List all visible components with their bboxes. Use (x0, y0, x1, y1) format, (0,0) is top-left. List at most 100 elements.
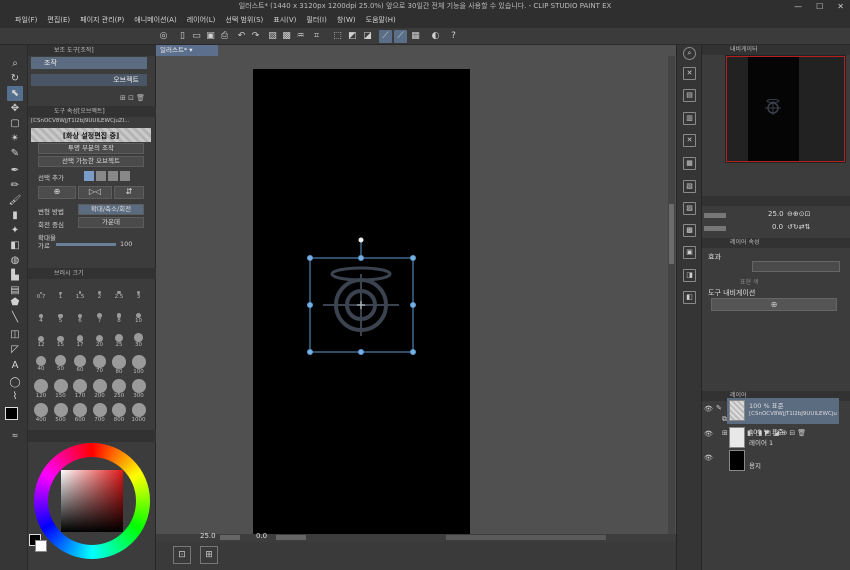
print-icon[interactable]: ⎙ (218, 30, 231, 43)
effect-buttons[interactable] (752, 261, 840, 272)
auto-action-icon[interactable]: ▩ (683, 224, 696, 237)
saturation-value-square[interactable] (61, 470, 123, 532)
rotation-center-dropdown[interactable]: 가운데 (78, 217, 144, 228)
transform-icon[interactable]: ⌗ (310, 30, 323, 43)
move-layer-tool-icon[interactable]: ✥ (7, 101, 23, 116)
intermediate-color-icon[interactable]: ◧ (683, 291, 696, 304)
blend-tool-icon[interactable]: ◍ (7, 253, 23, 268)
menu-window[interactable]: 창(W) (332, 13, 361, 28)
horizontal-slider[interactable] (56, 243, 116, 246)
snap-ruler-icon[interactable]: ⟋ (379, 30, 392, 43)
brush-size-cell[interactable]: 25 (110, 331, 128, 349)
hand-tool-icon[interactable]: ↻ (7, 71, 23, 86)
item-bank-icon[interactable]: ▤ (683, 89, 696, 102)
select-add-button-3[interactable] (108, 171, 118, 181)
brush-size-cell[interactable]: 1 (52, 283, 70, 301)
navigator-rotate-buttons[interactable]: ↺↻⇄⇅ (787, 223, 810, 231)
redo-icon[interactable]: ↷ (249, 30, 262, 43)
brush-size-cell[interactable]: 400 (32, 403, 50, 423)
brush-size-cell[interactable]: 5 (52, 307, 70, 325)
layer-row-object[interactable]: 100 % 표준 [CSnOCV8WjjT1l2bJ9UUlLEWCjuZ... (727, 398, 839, 424)
pen-tool-icon[interactable]: ✒ (7, 163, 23, 178)
brush-size-cell[interactable]: 50 (52, 355, 70, 373)
material-icon[interactable]: ✕ (683, 134, 696, 147)
brush-size-cell[interactable]: 150 (52, 379, 70, 399)
zoom-value[interactable]: 25.0 (200, 532, 216, 540)
sub-tool-actions[interactable]: ⊞ ⊡ 🗑 (120, 94, 150, 103)
quick-access-panel-icon[interactable]: ▣ (683, 246, 696, 259)
tab-document[interactable]: 일러스트* ▾ (156, 45, 218, 56)
brush-size-cell[interactable]: 10 (130, 307, 148, 325)
rotation-value[interactable]: 0.0 (256, 532, 267, 540)
eye-icon[interactable]: 👁 (704, 454, 713, 462)
flip-vertical-button[interactable]: ⇵ (114, 186, 144, 199)
maximize-button[interactable]: ☐ (816, 0, 823, 13)
brush-size-cell[interactable]: 200 (91, 379, 109, 399)
eye-icon[interactable]: 👁 (704, 430, 713, 438)
snap-special-ruler-icon[interactable]: ⟋ (394, 30, 407, 43)
brush-size-cell[interactable]: 500 (52, 403, 70, 423)
navigator-icon[interactable]: ⌕ (683, 47, 696, 60)
text-tool-icon[interactable]: A (7, 358, 23, 373)
brush-size-cell[interactable]: 250 (110, 379, 128, 399)
brush-size-cell[interactable]: 15 (52, 331, 70, 349)
navigator-zoom-buttons[interactable]: ⊖⊕⊙⊡ (787, 210, 810, 218)
menu-view[interactable]: 표시(V) (268, 13, 301, 28)
menu-animation[interactable]: 애니메이션(A) (129, 13, 181, 28)
operation-tool-icon[interactable]: ⬉ (7, 86, 23, 101)
select-add-button-2[interactable] (96, 171, 106, 181)
brush-size-cell[interactable]: 3 (130, 283, 148, 301)
brush-size-cell[interactable]: 40 (32, 355, 50, 373)
brush-size-cell[interactable]: 1000 (130, 403, 148, 423)
navigator-rotation-slider[interactable] (704, 226, 726, 231)
layer-search-icon[interactable]: ▦ (683, 157, 696, 170)
history-icon[interactable]: ▥ (683, 112, 696, 125)
line-tool-icon[interactable]: ╲ (7, 310, 23, 325)
clip-studio-icon[interactable]: ◎ (157, 30, 170, 43)
menu-help[interactable]: 도움말(H) (361, 13, 401, 28)
brush-size-cell[interactable]: 0.7 (32, 283, 50, 301)
brush-size-cell[interactable]: 6 (71, 307, 89, 325)
eye-icon[interactable]: 👁 (704, 405, 713, 413)
eraser-tool-icon[interactable]: ◧ (7, 238, 23, 253)
menu-edit[interactable]: 편집(E) (42, 13, 75, 28)
frame-tool-icon[interactable]: ◫ (7, 327, 23, 342)
sub-tool-object[interactable]: 오브젝트 (31, 74, 147, 86)
menu-layer[interactable]: 레이어(L) (182, 13, 221, 28)
ruler-tool-icon[interactable]: ◸ (7, 342, 23, 357)
help-icon[interactable]: ? (447, 30, 460, 43)
pencil-tool-icon[interactable]: ✏ (7, 178, 23, 193)
brush-size-cell[interactable]: 800 (110, 403, 128, 423)
fill-tool-icon[interactable]: ▙ (7, 268, 23, 283)
brush-size-cell[interactable]: 2.5 (110, 283, 128, 301)
show-selection-icon[interactable]: ◪ (361, 30, 374, 43)
layer-row-paper[interactable]: 용지 (727, 448, 839, 474)
brush-size-cell[interactable]: 1.5 (71, 283, 89, 301)
brush-size-cell[interactable]: 7 (91, 307, 109, 325)
color-icon[interactable]: ◐ (429, 30, 442, 43)
select-add-button-4[interactable] (120, 171, 130, 181)
menu-page[interactable]: 페이지 관리(P) (75, 13, 129, 28)
brush-size-cell[interactable]: 300 (130, 379, 148, 399)
vertical-scrollbar[interactable] (668, 56, 675, 534)
brush-size-cell[interactable]: 70 (91, 355, 109, 374)
rotate-button[interactable]: ⊕ (38, 186, 76, 199)
transparent-color-icon[interactable]: ≈ (7, 428, 23, 443)
brush-size-cell[interactable]: 20 (91, 331, 109, 349)
animation-cels-icon[interactable]: ▧ (683, 180, 696, 193)
wheel-sub-color[interactable] (35, 540, 47, 552)
selectable-object-dropdown[interactable]: 선택 가능한 오브젝트 (38, 156, 144, 167)
brush-size-cell[interactable]: 8 (110, 307, 128, 325)
snap-grid-icon[interactable]: ▦ (409, 30, 422, 43)
brush-size-cell[interactable]: 17 (71, 331, 89, 349)
eyedropper-icon[interactable]: ✎ (7, 146, 23, 161)
timeline-icon[interactable]: ▨ (683, 202, 696, 215)
vertical-scroll-thumb[interactable] (669, 204, 674, 264)
fill-icon[interactable]: ♒ (294, 30, 307, 43)
rotation-slider[interactable] (276, 535, 306, 540)
new-file-icon[interactable]: ▯ (176, 30, 189, 43)
color-set-icon[interactable]: ◨ (683, 269, 696, 282)
close-tab-icon[interactable]: ▾ (189, 46, 192, 54)
decoration-tool-icon[interactable]: ✦ (7, 223, 23, 238)
brush-size-cell[interactable]: 170 (71, 379, 89, 399)
